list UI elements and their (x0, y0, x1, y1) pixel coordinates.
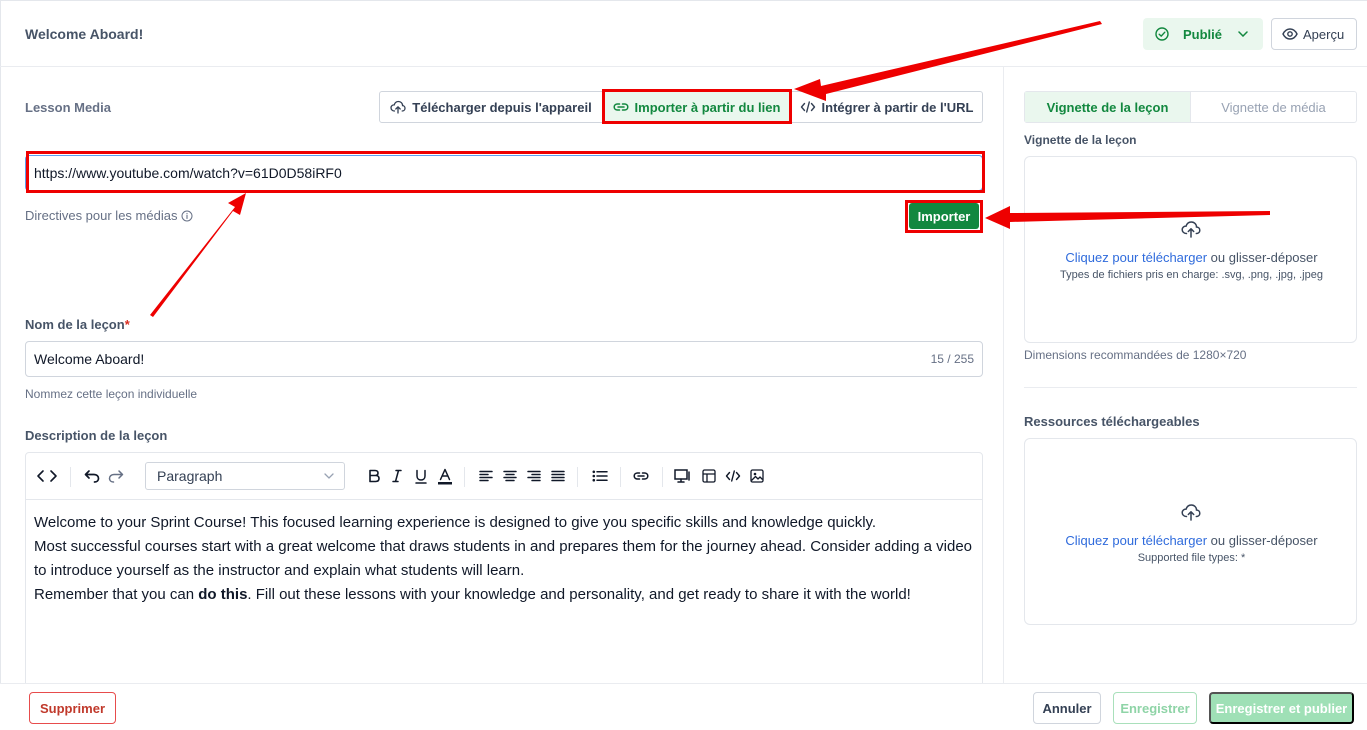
align-center-icon[interactable] (501, 466, 519, 486)
character-counter: 15 / 255 (930, 352, 974, 366)
html-code-icon[interactable] (723, 466, 743, 486)
supported-types: Types de fichiers pris en charge: .svg, … (1060, 269, 1323, 281)
lesson-description-label: Description de la leçon (25, 428, 168, 443)
tab-upload-from-device[interactable]: Télécharger depuis l'appareil (380, 92, 603, 122)
tab-embed-from-url-label: Intégrer à partir de l'URL (821, 99, 974, 115)
toolbar-divider (70, 467, 71, 487)
lesson-media-label: Lesson Media (25, 100, 111, 115)
preview-button[interactable]: Aperçu (1271, 18, 1357, 50)
tab-embed-from-url[interactable]: Intégrer à partir de l'URL (791, 92, 982, 122)
description-bold-text: do this (198, 586, 248, 603)
cloud-upload-icon (1181, 503, 1201, 521)
chevron-down-icon (1238, 31, 1248, 37)
rich-text-editor: Paragraph Welcome to your Sprint Course!… (25, 452, 983, 692)
eye-icon (1282, 28, 1298, 40)
toolbar-divider (577, 467, 578, 487)
toolbar-divider (620, 467, 621, 487)
tab-import-from-link[interactable]: Importer à partir du lien (603, 92, 791, 122)
link-icon (612, 102, 629, 112)
check-circle-icon (1155, 27, 1169, 41)
description-text: . Fill out these lessons with your knowl… (247, 586, 911, 603)
section-divider (1024, 387, 1357, 388)
toolbar-divider (464, 467, 465, 487)
thumbnail-dropzone[interactable]: Cliquez pour télécharger ou glisser-dépo… (1024, 156, 1357, 343)
lesson-name-label-text: Nom de la leçon (25, 317, 125, 332)
text-color-icon[interactable] (436, 466, 454, 486)
block-format-value: Paragraph (157, 468, 223, 484)
publish-status-label: Publié (1183, 26, 1223, 42)
upload-instruction: Cliquez pour télécharger ou glisser-dépo… (1025, 250, 1358, 265)
page-header: Welcome Aboard! Publié Aperçu (0, 0, 1367, 67)
click-to-upload-link[interactable]: Cliquez pour télécharger (1065, 533, 1207, 548)
code-view-icon[interactable] (35, 466, 59, 486)
thumbnail-tabs: Vignette de la leçon Vignette de média (1024, 91, 1357, 123)
save-button[interactable]: Enregistrer (1113, 692, 1197, 724)
description-paragraph: Most successful courses start with a gre… (34, 538, 972, 579)
description-text: Remember that you can (34, 586, 199, 603)
align-left-icon[interactable] (477, 466, 495, 486)
code-icon (800, 101, 816, 113)
page-title: Welcome Aboard! (25, 26, 144, 42)
downloadable-resources-label: Ressources téléchargeables (1024, 414, 1200, 429)
table-icon[interactable] (699, 466, 719, 486)
upload-instruction: Cliquez pour télécharger ou glisser-dépo… (1025, 533, 1358, 548)
embed-media-icon[interactable] (673, 466, 693, 486)
description-paragraph: Welcome to your Sprint Course! This focu… (34, 514, 877, 531)
italic-icon[interactable] (389, 466, 405, 486)
supported-types: Supported file types: * (1137, 552, 1246, 564)
info-icon (181, 210, 193, 222)
undo-icon[interactable] (83, 466, 101, 486)
align-justify-icon[interactable] (549, 466, 567, 486)
resources-dropzone[interactable]: Cliquez pour télécharger ou glisser-dépo… (1024, 438, 1357, 625)
cloud-upload-icon (1181, 220, 1201, 238)
toolbar-divider (662, 467, 663, 487)
tab-lesson-thumbnail[interactable]: Vignette de la leçon (1025, 92, 1191, 122)
redo-icon[interactable] (107, 466, 125, 486)
bullet-list-icon[interactable] (590, 466, 610, 486)
lesson-name-hint: Nommez cette leçon individuelle (25, 387, 198, 401)
drag-drop-text: ou glisser-déposer (1207, 533, 1318, 548)
editor-toolbar: Paragraph (26, 453, 982, 500)
recommended-dimensions: Dimensions recommandées de 1280×720 (1024, 348, 1247, 362)
description-paragraph: Remember that you can do this. Fill out … (34, 583, 974, 607)
drag-drop-text: ou glisser-déposer (1207, 250, 1318, 265)
link-icon[interactable] (631, 466, 651, 486)
align-right-icon[interactable] (525, 466, 543, 486)
image-icon[interactable] (747, 466, 767, 486)
bold-icon[interactable] (365, 466, 383, 486)
media-guidelines[interactable]: Directives pour les médias (25, 208, 193, 223)
publish-status-dropdown[interactable]: Publié (1143, 18, 1263, 50)
block-format-select[interactable]: Paragraph (145, 462, 345, 490)
lesson-name-input[interactable] (26, 342, 906, 376)
delete-button[interactable]: Supprimer (29, 692, 116, 724)
save-and-publish-button[interactable]: Enregistrer et publier (1209, 692, 1354, 724)
lesson-thumbnail-label: Vignette de la leçon (1024, 133, 1137, 147)
lesson-name-label: Nom de la leçon* (25, 317, 130, 332)
media-source-tabs: Télécharger depuis l'appareil Importer à… (379, 91, 983, 123)
media-url-input[interactable] (25, 155, 983, 191)
media-guidelines-label: Directives pour les médias (25, 208, 178, 223)
tab-upload-from-device-label: Télécharger depuis l'appareil (412, 99, 592, 115)
tab-media-thumbnail[interactable]: Vignette de média (1191, 92, 1356, 122)
tab-import-from-link-label: Importer à partir du lien (634, 99, 781, 115)
import-button[interactable]: Importer (909, 203, 979, 229)
cancel-button[interactable]: Annuler (1033, 692, 1101, 724)
click-to-upload-link[interactable]: Cliquez pour télécharger (1065, 250, 1207, 265)
required-asterisk: * (124, 317, 130, 332)
page-footer: Supprimer Annuler Enregistrer Enregistre… (0, 683, 1367, 730)
cloud-upload-icon (390, 100, 406, 114)
underline-icon[interactable] (412, 466, 430, 486)
panel-divider (1003, 67, 1004, 683)
lesson-name-field: 15 / 255 (25, 341, 983, 377)
chevron-down-icon (323, 470, 335, 482)
preview-label: Aperçu (1303, 26, 1345, 42)
editor-content[interactable]: Welcome to your Sprint Course! This focu… (26, 500, 982, 618)
